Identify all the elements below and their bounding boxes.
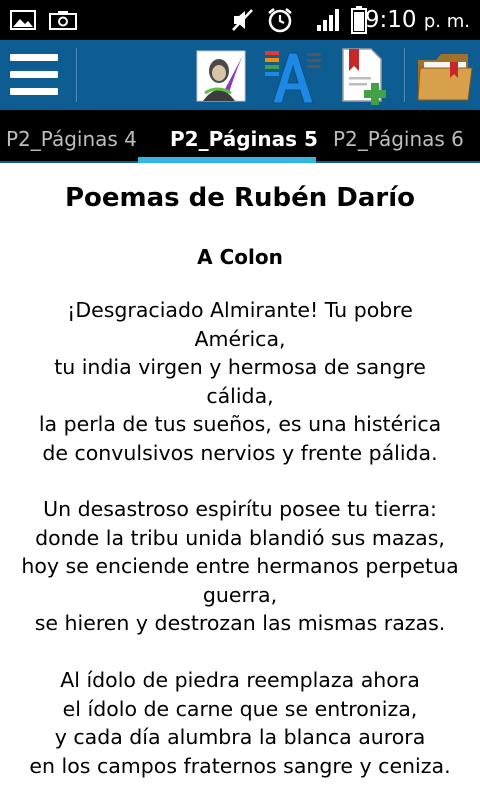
add-bookmark-button[interactable] bbox=[333, 46, 395, 106]
poem-line: tu india virgen y hermosa de sangre bbox=[54, 355, 426, 379]
poem-line: guerra, bbox=[202, 582, 278, 607]
bookmarks-folder-icon bbox=[417, 54, 473, 101]
poem-line: Un desastroso espirítu posee tu tierra: bbox=[43, 497, 437, 521]
app-toolbar bbox=[0, 40, 480, 110]
menu-icon-bar bbox=[10, 71, 58, 78]
poem-line: América, bbox=[194, 326, 286, 351]
font-size-button[interactable] bbox=[262, 46, 324, 106]
font-size-icon bbox=[265, 51, 321, 104]
poem-line: Al ídolo de piedra reemplaza ahora bbox=[60, 668, 420, 692]
stanza-3: Al ídolo de piedra reemplaza ahora el íd… bbox=[6, 666, 474, 780]
add-bookmark-icon bbox=[342, 48, 386, 105]
menu-icon-bar bbox=[10, 88, 58, 95]
poem-line: cálida, bbox=[206, 383, 274, 408]
status-time: 9:10 p. m. bbox=[365, 0, 470, 40]
poet-button[interactable] bbox=[190, 46, 252, 106]
tab-paginas-5[interactable]: P2_Páginas 5 bbox=[170, 110, 318, 163]
stanza-1: ¡Desgraciado Almirante! Tu pobre América… bbox=[6, 296, 474, 467]
poem-line: ¡Desgraciado Almirante! Tu pobre bbox=[67, 298, 413, 322]
menu-button[interactable] bbox=[10, 54, 58, 96]
alarm-icon bbox=[264, 0, 296, 40]
poem-line: la perla de tus sueños, es una histérica bbox=[38, 412, 442, 436]
poem-line: y cada día alumbra la blanca aurora bbox=[54, 725, 426, 749]
menu-icon bbox=[10, 54, 58, 61]
camera-icon bbox=[48, 0, 78, 40]
poem-line: el ídolo de carne que se entroniza, bbox=[62, 696, 418, 721]
tab-paginas-4[interactable]: P2_Páginas 4 bbox=[6, 110, 137, 163]
image-icon bbox=[8, 0, 38, 40]
tab-paginas-6[interactable]: P2_Páginas 6 bbox=[333, 110, 464, 163]
toolbar-divider bbox=[404, 48, 405, 102]
poem-line: de convulsivos nervios y frente pálida. bbox=[42, 440, 438, 465]
stanza-2: Un desastroso espirítu posee tu tierra: … bbox=[6, 495, 474, 638]
mute-icon bbox=[228, 0, 258, 40]
time-value: 9:10 bbox=[364, 7, 417, 33]
active-tab-indicator bbox=[138, 157, 316, 163]
poem-content: Poemas de Rubén Darío A Colon ¡Desgracia… bbox=[0, 166, 480, 800]
poem-title: A Colon bbox=[197, 245, 283, 269]
page-title: Poemas de Rubén Darío bbox=[64, 183, 416, 213]
poet-portrait-icon bbox=[196, 50, 246, 102]
poem-line: hoy se enciende entre hermanos perpetua bbox=[21, 554, 459, 578]
toolbar-divider bbox=[76, 48, 77, 102]
poem-line: en los campos fraternos sangre y ceniza. bbox=[29, 753, 451, 778]
page-tabs: P2_Páginas 4 P2_Páginas 5 P2_Páginas 6 bbox=[0, 110, 480, 163]
signal-icon bbox=[314, 0, 344, 40]
bookmarks-button[interactable] bbox=[414, 46, 476, 106]
poem-line: donde la tribu unida blandió sus mazas, bbox=[35, 525, 445, 550]
poem-line: se hieren y destrozan las mismas razas. bbox=[34, 611, 446, 635]
status-bar: 9:10 p. m. bbox=[0, 0, 480, 40]
time-ampm: p. m. bbox=[423, 11, 470, 32]
